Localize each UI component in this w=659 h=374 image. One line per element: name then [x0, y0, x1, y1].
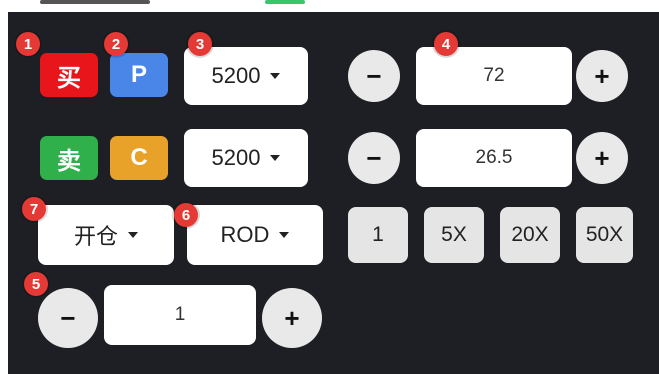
price-increment-button-1[interactable]: + [576, 50, 628, 102]
callout-badge-1: 1 [16, 32, 40, 56]
callout-badge-4: 4 [434, 32, 458, 56]
multiplier-50x-button[interactable]: 50X [576, 207, 633, 263]
open-close-value: 开仓 [73, 224, 118, 249]
buy-button[interactable]: 买 [40, 53, 98, 97]
callout-badge-7: 7 [22, 197, 46, 221]
chevron-down-icon [128, 232, 138, 238]
callout-badge-5: 5 [24, 272, 48, 296]
sell-button[interactable]: 卖 [40, 136, 98, 180]
strike-select-2[interactable]: 5200 [184, 129, 308, 187]
top-strip [0, 0, 659, 12]
callout-badge-3: 3 [188, 32, 212, 56]
quantity-input[interactable]: 1 [104, 285, 256, 345]
multiplier-1x-button[interactable]: 1 [348, 207, 408, 263]
callout-badge-2: 2 [104, 32, 128, 56]
chevron-down-icon [270, 73, 281, 79]
chevron-down-icon [270, 155, 281, 161]
chevron-down-icon [279, 232, 290, 238]
order-type-select[interactable]: ROD [187, 205, 323, 265]
order-type-value: ROD [220, 222, 270, 247]
multiplier-5x-button[interactable]: 5X [424, 207, 484, 263]
strike-value-2: 5200 [211, 145, 261, 170]
quantity-increment-button[interactable]: + [262, 288, 322, 348]
price-decrement-button-2[interactable]: − [348, 132, 400, 184]
open-close-select[interactable]: 开仓 [38, 205, 174, 265]
cropped-header-text [40, 0, 150, 4]
price-increment-button-2[interactable]: + [576, 132, 628, 184]
quantity-decrement-button[interactable]: − [38, 288, 98, 348]
order-panel: 买 P 5200 − 72 + 卖 C 5200 − 26.5 + 开仓 ROD… [8, 12, 659, 374]
strike-value-1: 5200 [211, 63, 261, 88]
put-option-button[interactable]: P [110, 53, 168, 97]
price-decrement-button-1[interactable]: − [348, 50, 400, 102]
price-input-2[interactable]: 26.5 [416, 129, 572, 187]
multiplier-20x-button[interactable]: 20X [500, 207, 560, 263]
cropped-header-value [265, 0, 305, 4]
price-input-1[interactable]: 72 [416, 47, 572, 105]
callout-badge-6: 6 [174, 203, 198, 227]
call-option-button[interactable]: C [110, 136, 168, 180]
